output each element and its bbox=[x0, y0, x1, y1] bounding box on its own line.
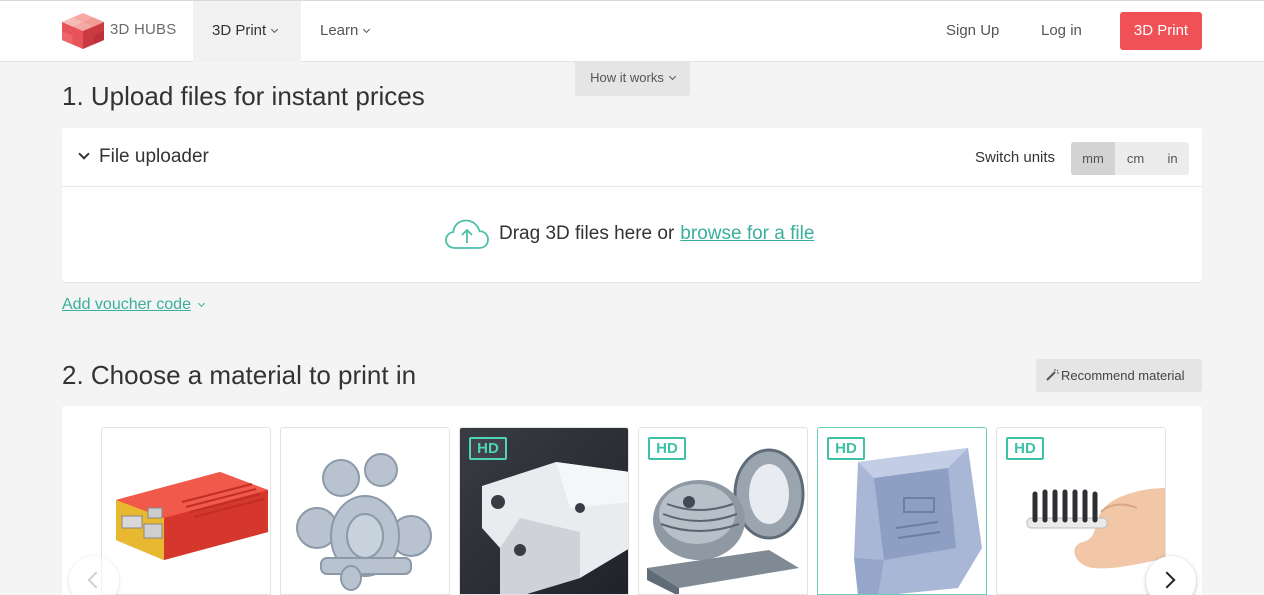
material-tile[interactable]: HD bbox=[459, 427, 629, 595]
materials-heading: 2. Choose a material to print in bbox=[62, 360, 417, 390]
chevron-down-icon bbox=[363, 25, 371, 34]
file-uploader-panel: File uploader Switch units mm cm in Drag… bbox=[62, 128, 1202, 282]
nav-3d-print-label: 3D Print bbox=[212, 22, 279, 39]
log-in-link[interactable]: Log in bbox=[1041, 22, 1082, 39]
magic-wand-icon bbox=[1046, 369, 1059, 381]
chevron-right-icon bbox=[1158, 571, 1176, 589]
unit-in-button[interactable]: in bbox=[1156, 142, 1189, 175]
top-navbar: 3D HUBS 3D Print Learn Sign Up Log in 3D… bbox=[0, 0, 1264, 62]
hd-badge: HD bbox=[1006, 437, 1044, 460]
unit-switcher: mm cm in bbox=[1071, 142, 1189, 175]
recommend-material-label: Recommend material bbox=[1061, 368, 1185, 383]
file-uploader-header[interactable]: File uploader Switch units mm cm in bbox=[62, 128, 1202, 187]
add-voucher-label: Add voucher code bbox=[62, 296, 191, 313]
material-tile[interactable] bbox=[280, 427, 450, 595]
how-it-works-label: How it works bbox=[590, 70, 664, 85]
material-tile[interactable]: HD bbox=[996, 427, 1166, 595]
hd-badge: HD bbox=[827, 437, 865, 460]
material-tile[interactable]: HD bbox=[817, 427, 987, 595]
brand-name[interactable]: 3D HUBS bbox=[110, 21, 176, 38]
3d-print-cta-button[interactable]: 3D Print bbox=[1120, 12, 1202, 50]
material-tile[interactable] bbox=[101, 427, 271, 595]
add-voucher-link[interactable]: Add voucher code bbox=[62, 296, 206, 314]
logo-icon[interactable] bbox=[62, 13, 104, 49]
hd-badge: HD bbox=[648, 437, 686, 460]
hd-badge: HD bbox=[469, 437, 507, 460]
material-tile[interactable]: HD bbox=[638, 427, 808, 595]
file-uploader-title: File uploader bbox=[99, 146, 209, 167]
nav-learn[interactable]: Learn bbox=[320, 22, 371, 39]
chevron-left-icon bbox=[87, 571, 105, 589]
recommend-material-button[interactable]: Recommend material bbox=[1036, 359, 1202, 392]
red-case-image bbox=[102, 428, 270, 594]
chevron-down-icon bbox=[197, 299, 206, 308]
chevron-down-icon bbox=[668, 72, 676, 81]
browse-file-link[interactable]: browse for a file bbox=[680, 223, 814, 245]
cloud-upload-icon bbox=[445, 219, 489, 249]
drop-instruction: Drag 3D files here or bbox=[499, 223, 675, 244]
nav-3d-print[interactable]: 3D Print bbox=[193, 1, 301, 62]
unit-mm-button[interactable]: mm bbox=[1071, 142, 1115, 175]
switch-units-label: Switch units bbox=[975, 149, 1056, 166]
unit-cm-button[interactable]: cm bbox=[1115, 142, 1156, 175]
chevron-down-icon bbox=[78, 148, 90, 160]
how-it-works-button[interactable]: How it works bbox=[575, 62, 690, 96]
chevron-down-icon bbox=[271, 25, 279, 34]
sign-up-link[interactable]: Sign Up bbox=[946, 22, 999, 39]
gear-model-image bbox=[281, 428, 449, 594]
file-drop-zone[interactable]: Drag 3D files here or browse for a file bbox=[444, 216, 814, 252]
upload-heading: 1. Upload files for instant prices bbox=[62, 81, 425, 111]
